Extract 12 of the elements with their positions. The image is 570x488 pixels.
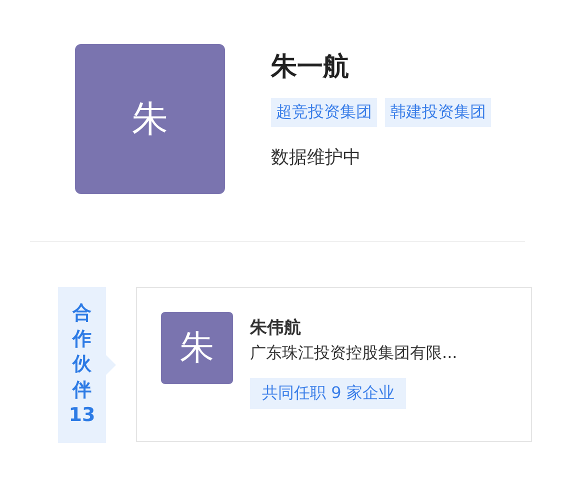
group-tag[interactable]: 韩建投资集团 [385,98,491,127]
partner-card[interactable]: 朱 朱伟航 广东珠江投资控股集团有限... 共同任职 9 家企业 [136,287,532,442]
partner-name: 朱伟航 [250,317,302,339]
group-tag[interactable]: 超竞投资集团 [271,98,377,127]
avatar: 朱 [161,312,233,384]
partner-count: 13 [68,403,96,428]
avatar: 朱 [75,44,225,194]
shared-positions-badge[interactable]: 共同任职 9 家企业 [250,378,406,409]
status-text: 数据维护中 [271,146,361,169]
partner-label-text: 合作伙伴 [72,300,92,403]
company-name: 广东珠江投资控股集团有限... [250,343,458,364]
person-name: 朱一航 [271,51,349,84]
